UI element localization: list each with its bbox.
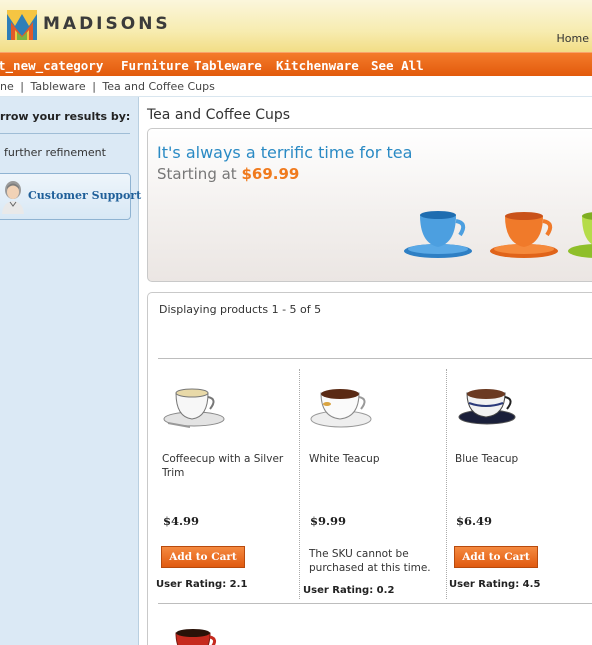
add-to-cart-button[interactable]: Add to Cart xyxy=(161,546,245,568)
add-to-cart-button[interactable]: Add to Cart xyxy=(454,546,538,568)
product-price: $6.49 xyxy=(456,514,493,528)
column-separator xyxy=(446,369,447,599)
breadcrumb-tableware[interactable]: Tableware xyxy=(30,80,85,93)
display-count: Displaying products 1 - 5 of 5 xyxy=(159,303,322,316)
sidebar-divider xyxy=(0,133,130,134)
page-title: Tea and Coffee Cups xyxy=(147,107,291,123)
customer-support-label: Customer Support xyxy=(28,189,142,202)
madisons-logo-icon[interactable] xyxy=(7,10,37,40)
product-name[interactable]: Coffeecup with a Silver Trim xyxy=(162,452,300,480)
product-name[interactable]: Blue Teacup xyxy=(455,452,592,466)
breadcrumb-home[interactable]: ne xyxy=(0,80,14,93)
site-header: MADISONS Home xyxy=(0,0,592,52)
support-agent-icon xyxy=(2,181,24,214)
home-link[interactable]: Home xyxy=(557,32,589,45)
sku-unavailable-note: The SKU cannot be purchased at this time… xyxy=(309,548,431,574)
banner-price: $69.99 xyxy=(241,165,300,183)
no-refinement-text: further refinement xyxy=(4,146,106,159)
nav-item-tableware[interactable]: Tableware xyxy=(194,58,262,73)
breadcrumb-separator: | xyxy=(20,80,24,93)
category-nav: t_new_category Furniture Tableware Kitch… xyxy=(0,52,592,76)
product-card: Coffeecup with a Silver Trim $4.99 Add t… xyxy=(156,369,303,599)
teacups-image xyxy=(404,211,592,258)
product-price: $4.99 xyxy=(163,514,200,528)
product-card: Blue Teacup $6.49 Add to Cart User Ratin… xyxy=(449,369,592,599)
user-rating: User Rating: 2.1 xyxy=(156,579,248,590)
breadcrumb-separator: | xyxy=(92,80,96,93)
product-name[interactable]: White Teacup xyxy=(309,452,447,466)
breadcrumb-current: Tea and Coffee Cups xyxy=(102,80,215,93)
listing-divider xyxy=(158,603,592,604)
product-card: White Teacup $9.99 The SKU cannot be pur… xyxy=(303,369,450,599)
nav-item-furniture[interactable]: Furniture xyxy=(121,58,189,73)
product-image[interactable] xyxy=(455,379,521,431)
nav-item-kitchenware[interactable]: Kitchenware xyxy=(276,58,359,73)
banner-subline: Starting at $69.99 xyxy=(157,165,299,183)
product-image[interactable] xyxy=(309,379,375,431)
user-rating: User Rating: 0.2 xyxy=(303,585,395,596)
listing-divider xyxy=(158,358,592,359)
customer-support-button[interactable]: Customer Support xyxy=(0,173,141,220)
user-rating: User Rating: 4.5 xyxy=(449,579,541,590)
promo-banner[interactable]: It's always a terrific time for tea Star… xyxy=(147,128,592,282)
nav-item-new-category[interactable]: t_new_category xyxy=(0,58,103,73)
product-image[interactable] xyxy=(162,379,228,431)
product-price: $9.99 xyxy=(310,514,347,528)
breadcrumb: ne | Tableware | Tea and Coffee Cups xyxy=(0,76,592,97)
sidebar: rrow your results by: further refinement… xyxy=(0,97,141,645)
product-listing: Displaying products 1 - 5 of 5 Coffeecup… xyxy=(147,292,592,645)
banner-sub-prefix: Starting at xyxy=(157,165,242,183)
brand-name: MADISONS xyxy=(43,14,171,34)
narrow-results-heading: rrow your results by: xyxy=(0,110,131,123)
product-image[interactable] xyxy=(170,625,220,645)
nav-item-see-all[interactable]: See All xyxy=(371,58,424,73)
column-separator xyxy=(299,369,300,599)
banner-headline: It's always a terrific time for tea xyxy=(157,143,413,162)
